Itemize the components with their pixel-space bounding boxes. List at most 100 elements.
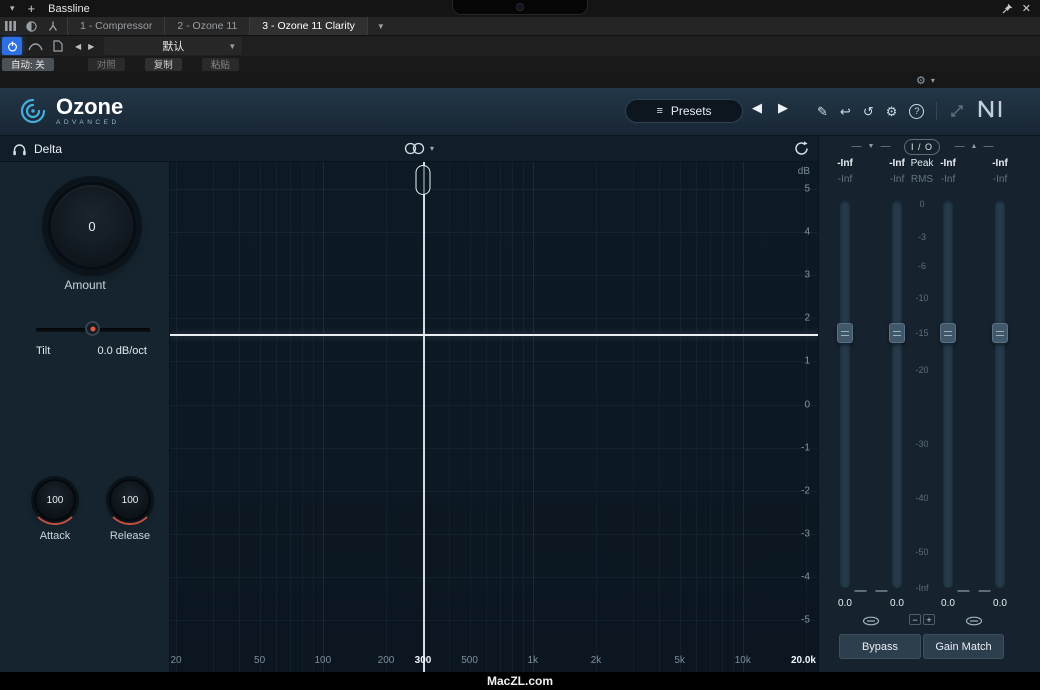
paste-button[interactable]: 粘贴 <box>202 58 239 71</box>
freq-tick-label: 500 <box>461 655 478 666</box>
presets-button[interactable]: ≡ Presets <box>625 99 743 123</box>
rms-caption: RMS <box>911 174 933 185</box>
freq-tick-label: 100 <box>314 655 331 666</box>
chevron-down-icon: ▾ <box>430 144 434 153</box>
triangle-down-icon: ▼ <box>868 143 875 150</box>
gain-plus-button[interactable]: + <box>923 614 935 625</box>
grid-line-v <box>512 162 513 672</box>
grid-line-h <box>170 232 818 233</box>
grid-line-h <box>170 491 818 492</box>
window-menu-chevron-icon[interactable]: ▾ <box>10 3 15 14</box>
routing-split-icon[interactable] <box>42 17 63 35</box>
grid-line-v <box>313 162 314 672</box>
meter-track-3[interactable] <box>943 200 953 588</box>
input-link-icon[interactable] <box>862 616 880 626</box>
rms-value-1: -Inf <box>838 174 852 185</box>
peak-value-2: -Inf <box>889 158 905 169</box>
close-icon[interactable]: ✕ <box>1022 2 1031 15</box>
ozone-logo: Ozone ADVANCED <box>18 96 123 126</box>
input-meter-floor-marks <box>855 590 888 592</box>
preset-forward-button[interactable]: ▶ <box>778 101 788 114</box>
host-tab-2[interactable]: 2 - Ozone 11 <box>165 17 250 35</box>
attack-knob[interactable]: 100 <box>34 479 76 521</box>
circular-arrow-icon[interactable] <box>793 140 810 162</box>
settings-menu[interactable]: ⚙▾ <box>916 72 935 88</box>
ozone-toolbar: ✎ ↩ ↺ ⚙ ? <box>817 99 1005 123</box>
host-tab-1[interactable]: 1 - Compressor <box>67 17 165 35</box>
host-tabrow: 1 - Compressor2 - Ozone 113 - Ozone 11 C… <box>0 17 1040 36</box>
list-icon: ≡ <box>656 105 662 117</box>
tilt-value: 0.0 dB/oct <box>97 345 147 357</box>
grid-line-v <box>323 162 324 672</box>
input-meter-marker: ▼ <box>852 143 891 150</box>
release-knob[interactable]: 100 <box>109 479 151 521</box>
release-value: 100 <box>122 495 139 506</box>
db-tick-label: -3 <box>801 528 810 539</box>
grid-line-v <box>806 162 807 672</box>
preset-file-icon[interactable] <box>48 37 68 55</box>
gear-icon: ⚙ <box>916 74 926 87</box>
compare-curve-icon[interactable] <box>25 37 45 55</box>
meter-scale-label: -15 <box>915 328 928 338</box>
host-gear-row: ⚙▾ <box>0 72 1040 88</box>
gain-value-3: 0.0 <box>941 598 955 609</box>
meter-scale-label: -3 <box>918 232 926 242</box>
bypass-button[interactable]: Bypass <box>839 634 921 659</box>
tab-dropdown-chevron-icon[interactable]: ▼ <box>377 17 385 35</box>
tilt-slider-handle[interactable] <box>85 321 100 336</box>
db-tick-label: -5 <box>801 615 810 626</box>
meter-fader-handle-1[interactable] <box>837 323 853 343</box>
window-title: Bassline <box>48 3 90 15</box>
delta-button[interactable]: Delta <box>12 139 62 159</box>
amount-knob[interactable]: 0 <box>48 182 136 270</box>
channel-selector[interactable]: ▾ <box>404 142 434 155</box>
preset-next-icon[interactable]: ▶ <box>88 42 94 51</box>
meter-scale-label: -Inf <box>915 583 928 593</box>
undo-icon[interactable]: ↩ <box>840 105 851 118</box>
pin-icon[interactable] <box>1002 3 1013 14</box>
meter-scale-label: -20 <box>915 365 928 375</box>
plugin-power-button[interactable] <box>2 37 22 55</box>
meter-track-4[interactable] <box>995 200 1005 588</box>
automation-toggle[interactable]: 自动: 关 <box>2 58 54 71</box>
compare-button[interactable]: 对照 <box>88 58 125 71</box>
output-meter-floor-marks <box>958 590 991 592</box>
preset-selector[interactable]: 默认 ▼ <box>104 37 242 55</box>
meter-fader-handle-3[interactable] <box>940 323 956 343</box>
watermark: MacZL.com <box>487 674 553 688</box>
host-tab-3[interactable]: 3 - Ozone 11 Clarity <box>250 17 368 35</box>
preset-prev-icon[interactable]: ◀ <box>75 42 81 51</box>
history-icon[interactable]: ↺ <box>863 105 874 118</box>
preset-back-button[interactable]: ◀ <box>752 101 762 114</box>
meter-fader-handle-4[interactable] <box>992 323 1008 343</box>
edit-pencil-icon[interactable]: ✎ <box>817 105 828 118</box>
clarity-curve[interactable] <box>170 334 818 336</box>
gain-minus-button[interactable]: − <box>909 614 921 625</box>
grid-line-v <box>596 162 597 672</box>
settings-gear-icon[interactable]: ⚙ <box>886 105 898 118</box>
reference-swap-icon[interactable] <box>949 103 965 119</box>
io-toggle-button[interactable]: I / O <box>904 139 940 155</box>
spectrum-canvas[interactable]: dB 543210-1-2-3-4-520501002003005001k2k5… <box>170 162 818 672</box>
copy-button[interactable]: 复制 <box>145 58 182 71</box>
chevron-down-icon: ▾ <box>931 76 935 85</box>
output-link-icon[interactable] <box>965 616 983 626</box>
preset-name: 默认 <box>162 38 184 54</box>
meter-track-2[interactable] <box>892 200 902 588</box>
toolbar-divider <box>936 102 937 120</box>
add-tab-icon[interactable]: + <box>28 2 36 15</box>
help-icon[interactable]: ? <box>909 104 924 119</box>
meter-fader-handle-2[interactable] <box>889 323 905 343</box>
meter-track-1[interactable] <box>840 200 850 588</box>
tilt-label: Tilt <box>36 345 50 357</box>
freq-tick-label: 20 <box>170 655 181 666</box>
wet-dry-circle-icon[interactable] <box>21 17 42 35</box>
grid-line-v <box>276 162 277 672</box>
freq-tick-label: 5k <box>674 655 685 666</box>
gain-match-button[interactable]: Gain Match <box>923 634 1004 659</box>
peak-caption: Peak <box>911 158 934 169</box>
grid-line-v <box>733 162 734 672</box>
freq-tick-label: 50 <box>254 655 265 666</box>
mixer-columns-icon[interactable] <box>0 17 21 35</box>
grid-line-h <box>170 534 818 535</box>
